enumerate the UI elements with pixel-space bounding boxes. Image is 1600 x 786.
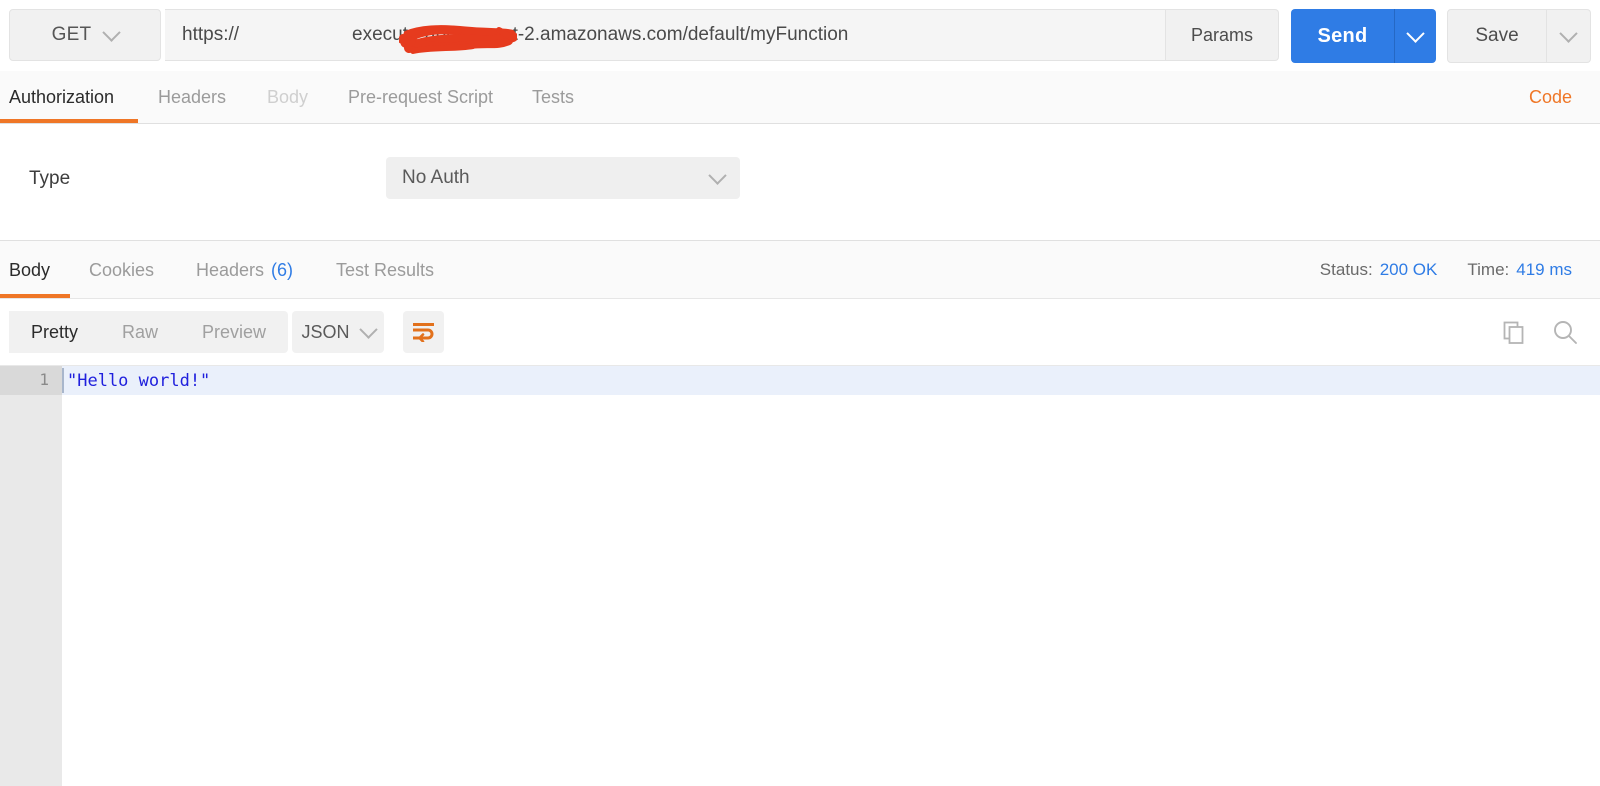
- chevron-down-icon: [1406, 23, 1425, 43]
- view-pretty-button[interactable]: Pretty: [9, 311, 101, 353]
- tab-label: Tests: [532, 87, 575, 107]
- tab-label: Headers: [196, 259, 265, 280]
- search-icon: [1554, 321, 1577, 344]
- view-preview-button[interactable]: Preview: [180, 311, 288, 353]
- tab-label: Body: [9, 259, 51, 280]
- word-wrap-icon: [412, 323, 434, 342]
- url-prefix-text: https://: [182, 24, 240, 45]
- line-number: 1: [39, 370, 49, 389]
- send-button[interactable]: Send: [1291, 9, 1394, 63]
- params-button[interactable]: Params: [1166, 9, 1279, 61]
- chevron-down-icon: [708, 165, 727, 185]
- send-button-group[interactable]: Send: [1291, 9, 1436, 63]
- status-value: 200 OK: [1379, 260, 1438, 279]
- view-label: Pretty: [31, 321, 79, 342]
- code-line-1[interactable]: "Hello world!": [62, 366, 1600, 395]
- tab-label: Headers: [158, 87, 227, 107]
- request-url-bar: GET https:// execute-api.us-east-2.amazon…: [0, 0, 1600, 71]
- tab-authorization[interactable]: Authorization: [9, 71, 114, 124]
- authorization-pane: Type No Auth: [0, 124, 1600, 241]
- body-format-select[interactable]: JSON: [292, 311, 384, 353]
- response-body-toolbar: Pretty Raw Preview JSON: [0, 299, 1600, 365]
- tab-label: Cookies: [89, 259, 155, 280]
- tab-body[interactable]: Body: [267, 71, 308, 124]
- word-wrap-button[interactable]: [403, 311, 444, 353]
- tab-label: Body: [267, 87, 309, 107]
- copy-icon: [1503, 321, 1524, 344]
- auth-type-label: Type: [29, 168, 71, 189]
- search-button[interactable]: [1552, 319, 1578, 345]
- time-value: 419 ms: [1516, 260, 1572, 279]
- status-label: Status:: [1319, 260, 1373, 279]
- time-indicator: Time: 419 ms: [1467, 260, 1572, 280]
- tab-label: Authorization: [9, 87, 115, 107]
- postman-request-response-view: GET https:// execute-api.us-east-2.amazon…: [0, 0, 1600, 786]
- tab-headers[interactable]: Headers: [158, 71, 226, 124]
- params-label: Params: [1190, 24, 1253, 45]
- chevron-down-icon: [102, 22, 122, 42]
- code-link[interactable]: Code: [1529, 71, 1572, 124]
- tab-label: Pre-request Script: [348, 87, 494, 107]
- response-tab-headers[interactable]: Headers (6): [196, 241, 293, 299]
- active-line-gutter: [0, 366, 62, 395]
- copy-button[interactable]: [1502, 320, 1527, 345]
- line-number-gutter: 1: [0, 366, 62, 786]
- http-method-selector[interactable]: GET: [9, 9, 161, 61]
- text-caret: [62, 368, 64, 393]
- url-suffix-text: execute-api.us-east-2.amazonaws.com/defa…: [352, 24, 849, 45]
- code-link-label: Code: [1528, 87, 1572, 107]
- view-raw-button[interactable]: Raw: [100, 311, 180, 353]
- auth-type-select[interactable]: No Auth: [386, 157, 740, 199]
- response-body-viewer[interactable]: 1 "Hello world!": [0, 365, 1600, 786]
- body-view-switcher: Pretty Raw Preview: [9, 311, 289, 353]
- time-label: Time:: [1467, 260, 1510, 279]
- tab-label: Test Results: [336, 259, 435, 280]
- chevron-down-icon: [1559, 23, 1578, 43]
- request-tab-bar: Authorization Headers Body Pre-request S…: [0, 71, 1600, 124]
- response-meta: Status: 200 OK Time: 419 ms: [1320, 241, 1572, 299]
- status-indicator: Status: 200 OK: [1320, 260, 1438, 280]
- send-label: Send: [1317, 24, 1368, 47]
- save-button-group[interactable]: Save: [1447, 9, 1591, 63]
- chevron-down-icon: [358, 319, 378, 339]
- response-tab-cookies[interactable]: Cookies: [89, 241, 154, 299]
- save-options-button[interactable]: [1547, 9, 1591, 63]
- active-response-tab-underline: [0, 294, 70, 298]
- view-label: Raw: [122, 321, 159, 342]
- send-options-button[interactable]: [1394, 9, 1436, 63]
- response-tab-body[interactable]: Body: [9, 241, 50, 299]
- response-body-text: "Hello world!": [67, 370, 211, 391]
- view-label: Preview: [202, 321, 267, 342]
- body-toolbar-actions: [1502, 311, 1578, 353]
- save-button[interactable]: Save: [1447, 9, 1547, 63]
- active-tab-underline: [0, 119, 138, 123]
- response-tab-bar: Body Cookies Headers (6) Test Results St…: [0, 241, 1600, 299]
- tab-pre-request-script[interactable]: Pre-request Script: [348, 71, 493, 124]
- auth-type-value: No Auth: [402, 167, 470, 188]
- headers-count-badge: (6): [271, 259, 294, 280]
- save-label: Save: [1475, 25, 1519, 46]
- response-tab-test-results[interactable]: Test Results: [336, 241, 434, 299]
- http-method-label: GET: [51, 24, 92, 45]
- url-input[interactable]: https:// execute-api.us-east-2.amazonaws.…: [165, 9, 1166, 61]
- body-format-value: JSON: [301, 321, 350, 342]
- tab-tests[interactable]: Tests: [532, 71, 574, 124]
